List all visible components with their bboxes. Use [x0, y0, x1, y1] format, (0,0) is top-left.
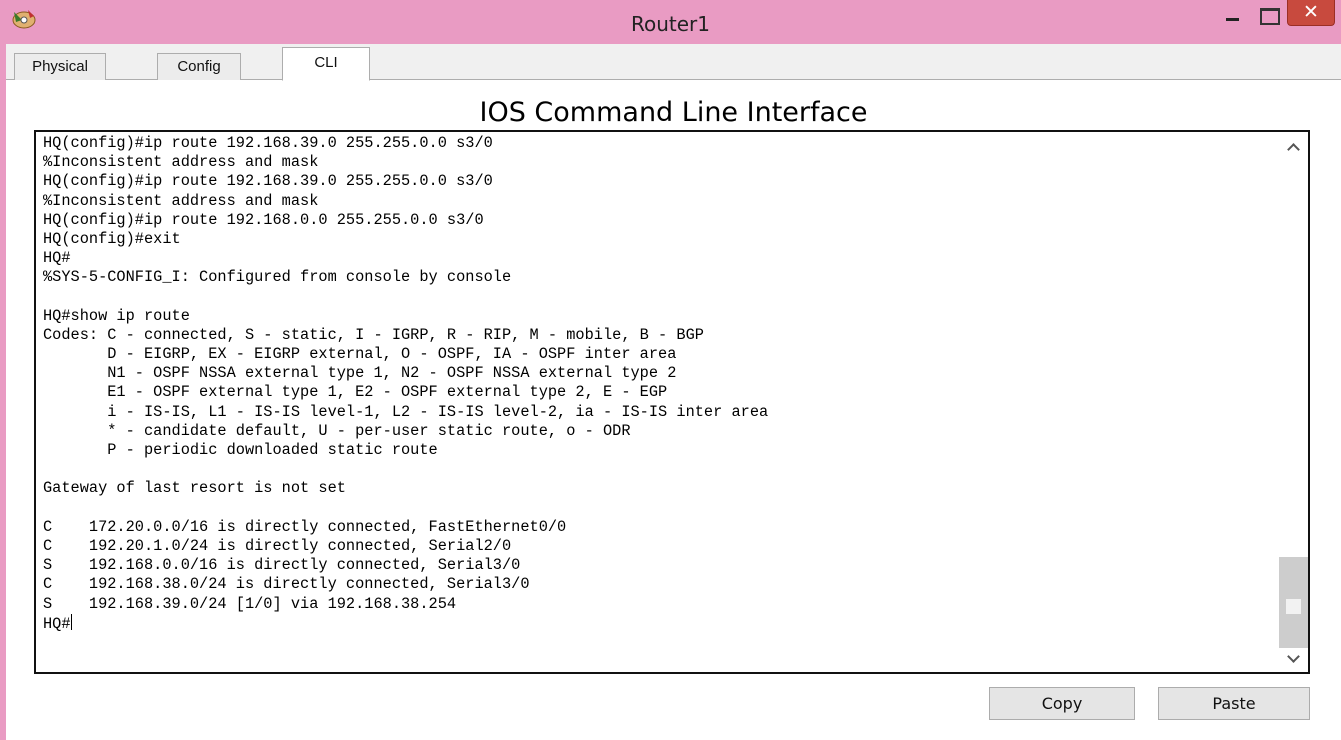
terminal-line: i - IS-IS, L1 - IS-IS level-1, L2 - IS-I… [43, 402, 769, 421]
terminal-line: HQ(config)#ip route 192.168.0.0 255.255.… [43, 210, 484, 229]
copy-button[interactable]: Copy [989, 687, 1135, 720]
tab-cli[interactable]: CLI [282, 47, 370, 81]
scroll-thumb[interactable] [1286, 599, 1301, 614]
window-title: Router1 [630, 12, 710, 36]
terminal-line: %Inconsistent address and mask [43, 153, 319, 172]
terminal-line: N1 - OSPF NSSA external type 1, N2 - OSP… [43, 364, 677, 383]
terminal-line: D - EIGRP, EX - EIGRP external, O - OSPF… [43, 345, 677, 364]
minimize-icon[interactable] [1215, 0, 1251, 34]
terminal-line: %Inconsistent address and mask [43, 191, 319, 210]
text-cursor [70, 613, 72, 630]
cli-terminal[interactable]: HQ(config)#ip route 192.168.39.0 255.255… [34, 130, 1310, 674]
terminal-line: C 192.20.1.0/24 is directly connected, S… [43, 536, 512, 555]
terminal-line: Gateway of last resort is not set [43, 479, 346, 498]
terminal-line: S 192.168.0.0/16 is directly connected, … [43, 556, 521, 575]
chevron-down-icon[interactable] [1279, 646, 1308, 672]
terminal-line: S 192.168.39.0/24 [1/0] via 192.168.38.2… [43, 594, 457, 613]
cli-heading: IOS Command Line Interface [479, 97, 868, 128]
terminal-line: HQ(config)#ip route 192.168.39.0 255.255… [43, 134, 493, 152]
tab-physical[interactable]: Physical [14, 53, 106, 80]
terminal-line: P - periodic downloaded static route [43, 441, 438, 459]
terminal-line: * - candidate default, U - per-user stat… [43, 421, 631, 440]
tab-config[interactable]: Config [157, 53, 241, 80]
terminal-line: C 172.20.0.0/16 is directly connected, F… [43, 517, 567, 536]
chevron-up-icon[interactable] [1279, 132, 1308, 158]
terminal-line: HQ(config)#ip route 192.168.39.0 255.255… [43, 172, 493, 191]
terminal-line: HQ#show ip route [43, 306, 190, 325]
terminal-line: HQ# [43, 249, 71, 268]
title-bar: Router1 ✕ [0, 0, 1341, 44]
terminal-prompt: HQ# [43, 614, 71, 633]
terminal-line: Codes: C - connected, S - static, I - IG… [43, 325, 704, 344]
paste-button[interactable]: Paste [1158, 687, 1310, 720]
terminal-line: E1 - OSPF external type 1, E2 - OSPF ext… [43, 383, 668, 402]
terminal-prompt-line[interactable]: HQ# [43, 613, 1273, 633]
terminal-line: HQ(config)#exit [43, 229, 181, 248]
scroll-track[interactable] [1279, 557, 1308, 648]
terminal-output[interactable]: HQ(config)#ip route 192.168.39.0 255.255… [43, 134, 1273, 633]
terminal-line: %SYS-5-CONFIG_I: Configured from console… [43, 268, 512, 287]
close-icon[interactable]: ✕ [1287, 0, 1335, 26]
terminal-line: C 192.168.38.0/24 is directly connected,… [43, 575, 530, 594]
maximize-icon[interactable] [1251, 0, 1287, 34]
terminal-scrollbar[interactable] [1279, 132, 1308, 672]
